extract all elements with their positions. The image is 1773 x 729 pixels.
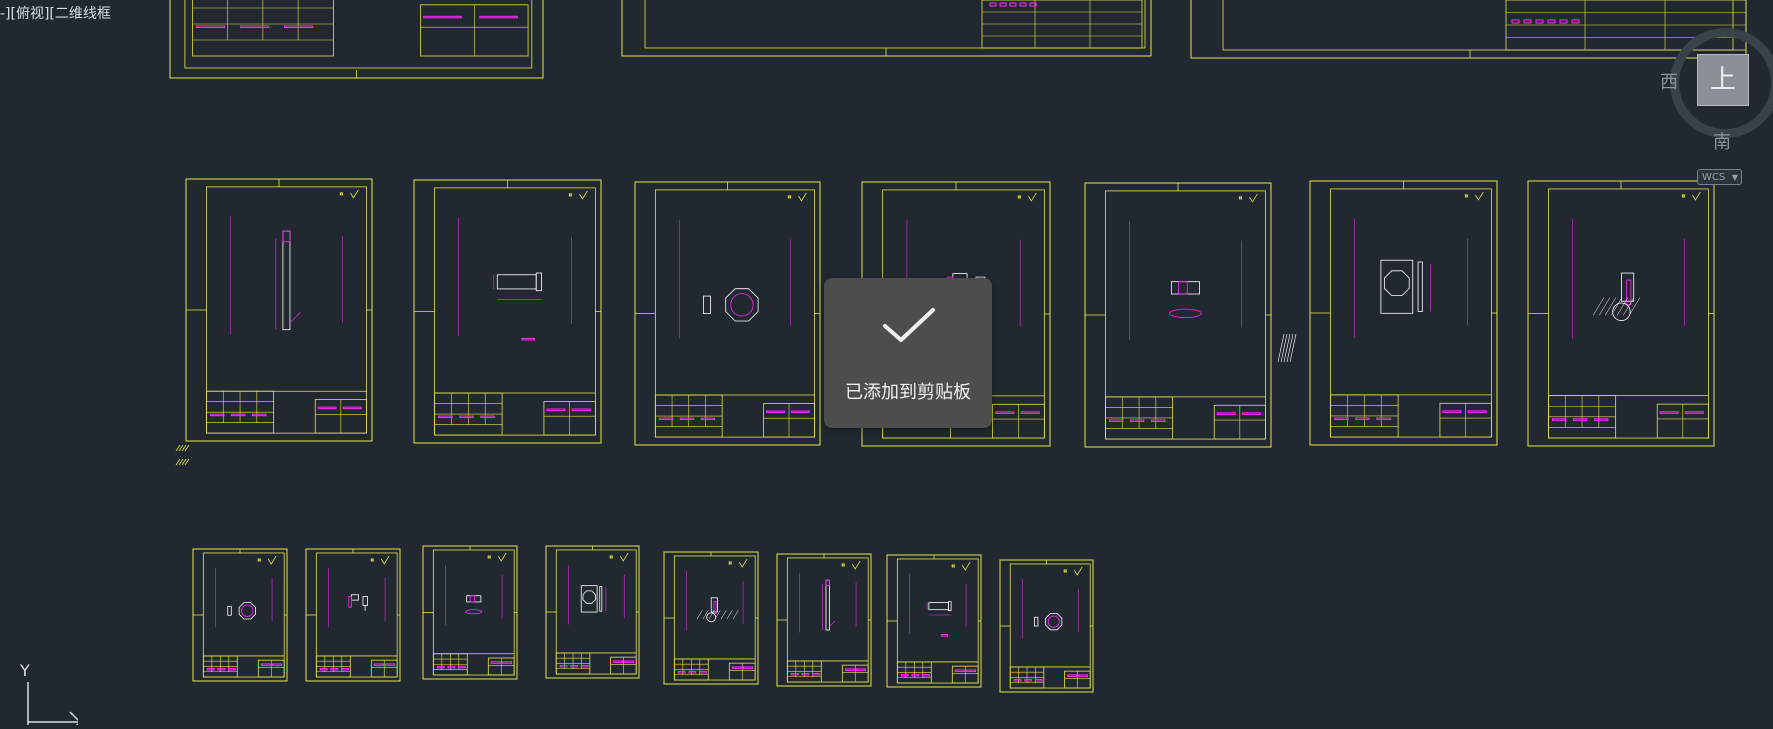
compass-west-label[interactable]: 西	[1660, 68, 1678, 94]
drawing-sheet[interactable]	[776, 553, 872, 687]
viewcube-top-face[interactable]: 上	[1697, 54, 1749, 106]
toast-message: 已添加到剪贴板	[845, 382, 971, 403]
drawing-sheet[interactable]	[886, 554, 982, 688]
drawing-sheet[interactable]	[413, 179, 602, 444]
drawing-sheet[interactable]	[1309, 180, 1498, 446]
drawing-sheet[interactable]	[422, 545, 518, 680]
check-icon	[883, 308, 935, 342]
drawing-sheet[interactable]	[999, 559, 1094, 693]
wcs-menu-button[interactable]: WCS ▼	[1697, 169, 1742, 185]
drawing-sheet[interactable]	[663, 551, 759, 685]
drawing-sheet[interactable]	[621, 0, 1152, 57]
drawing-sheet[interactable]	[185, 178, 373, 442]
drawing-sheet[interactable]	[545, 545, 640, 679]
wcs-label: WCS	[1702, 172, 1726, 183]
viewcube[interactable]: 上 西 东 南	[1660, 22, 1773, 182]
clipboard-toast: 已添加到剪贴板	[824, 278, 992, 428]
drawing-sheet[interactable]	[1084, 182, 1272, 448]
drawing-sheet[interactable]	[169, 0, 544, 79]
drawing-sheet[interactable]	[1527, 180, 1715, 447]
viewport-controls-label[interactable]: -][俯视][二维线框	[0, 3, 111, 23]
chevron-down-icon: ▼	[1731, 173, 1738, 182]
drawing-sheet[interactable]	[305, 548, 401, 682]
compass-south-label[interactable]: 南	[1713, 128, 1731, 154]
ucs-axes	[27, 682, 82, 729]
ucs-icon: Y	[8, 660, 82, 729]
ucs-y-label: Y	[20, 661, 30, 680]
drawing-sheet[interactable]	[634, 181, 821, 446]
drawing-sheet[interactable]	[192, 548, 288, 682]
